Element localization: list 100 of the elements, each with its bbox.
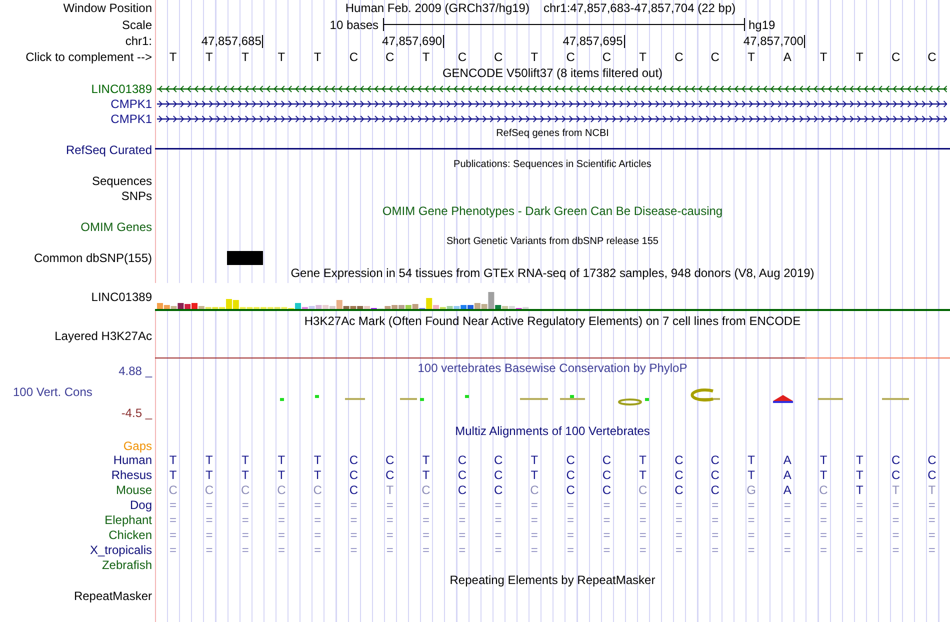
- base-letter: =: [639, 498, 646, 512]
- base-letter: =: [314, 528, 322, 542]
- base-letter: =: [748, 528, 755, 542]
- base-letter: C: [710, 452, 720, 466]
- track-label[interactable]: Sequences: [92, 174, 152, 188]
- base-letter[interactable]: T: [856, 50, 864, 64]
- gene-line-drawing[interactable]: [155, 114, 947, 124]
- base-letter: C: [530, 482, 539, 496]
- base-letter[interactable]: C: [602, 50, 612, 64]
- track-label[interactable]: Rhesus: [111, 468, 152, 482]
- track-label[interactable]: Elephant: [104, 512, 152, 526]
- base-letter: C: [674, 452, 684, 466]
- base-letter: C: [349, 452, 358, 466]
- track-label[interactable]: LINC01389: [91, 290, 152, 304]
- base-letter: =: [567, 528, 574, 542]
- base-letter: =: [892, 512, 900, 526]
- base-letter[interactable]: C: [891, 50, 900, 64]
- track-title: Repeating Elements by RepeatMasker: [450, 573, 656, 587]
- base-letter: =: [928, 542, 936, 556]
- gene-line-drawing[interactable]: [155, 148, 950, 151]
- base-letter: C: [638, 482, 648, 496]
- base-letter: =: [530, 512, 538, 526]
- track-label[interactable]: RefSeq Curated: [66, 142, 152, 156]
- base-letter: T: [386, 482, 394, 496]
- base-letter: =: [712, 512, 719, 526]
- track-title: 100 vertebrates Basewise Conservation by PhyloP: [418, 361, 688, 375]
- track-label[interactable]: 100 Vert. Cons: [0, 385, 92, 399]
- base-letter[interactable]: C: [674, 50, 684, 64]
- base-letter[interactable]: T: [206, 50, 213, 64]
- track-label[interactable]: OMIM Genes: [80, 220, 152, 234]
- base-letter: T: [314, 468, 322, 482]
- base-letter: T: [314, 452, 322, 466]
- base-letter: T: [639, 468, 646, 482]
- base-letter: T: [820, 468, 828, 482]
- base-letter: C: [710, 468, 720, 482]
- base-letter: =: [350, 528, 358, 542]
- base-letter[interactable]: T: [820, 50, 828, 64]
- base-letter: =: [278, 542, 285, 556]
- base-letter: =: [928, 498, 936, 512]
- base-letter[interactable]: T: [639, 50, 646, 64]
- track-label[interactable]: CMPK1: [110, 112, 152, 126]
- base-letter: =: [530, 528, 538, 542]
- gene-line-drawing[interactable]: [155, 84, 947, 94]
- base-letter: T: [892, 482, 900, 496]
- base-letter: C: [566, 468, 575, 482]
- track-label[interactable]: SNPs: [121, 188, 152, 202]
- track-label: Window Position: [63, 1, 152, 15]
- track-label[interactable]: Common dbSNP(155): [34, 250, 152, 264]
- base-letter[interactable]: T: [242, 50, 249, 64]
- track-title: OMIM Gene Phenotypes - Dark Green Can Be Disease-causing: [382, 204, 723, 218]
- base-letter[interactable]: T: [748, 50, 755, 64]
- base-letter: =: [386, 528, 394, 542]
- base-letter: =: [242, 542, 249, 556]
- base-letter: =: [170, 512, 177, 526]
- base-letter[interactable]: C: [494, 50, 503, 64]
- gene-line-drawing[interactable]: [155, 98, 947, 108]
- base-letter[interactable]: T: [422, 50, 430, 64]
- base-letter: T: [530, 468, 538, 482]
- base-letter: =: [170, 498, 177, 512]
- track-label[interactable]: Zebrafish: [102, 558, 152, 572]
- base-letter: T: [856, 468, 864, 482]
- base-letter: C: [566, 482, 575, 496]
- track-label[interactable]: LINC01389: [91, 82, 152, 96]
- base-letter[interactable]: T: [278, 50, 286, 64]
- base-letter[interactable]: C: [349, 50, 358, 64]
- track-label[interactable]: CMPK1: [110, 96, 152, 110]
- base-letter: =: [494, 512, 502, 526]
- base-letter[interactable]: T: [314, 50, 322, 64]
- base-letter[interactable]: C: [566, 50, 575, 64]
- base-letter[interactable]: A: [783, 50, 792, 64]
- track-label[interactable]: Mouse: [116, 482, 152, 496]
- variant-marker[interactable]: [227, 250, 264, 264]
- base-letter[interactable]: T: [530, 50, 538, 64]
- base-letter: =: [422, 528, 430, 542]
- track-label[interactable]: Dog: [130, 498, 152, 512]
- base-letter[interactable]: C: [386, 50, 394, 64]
- base-letter: C: [241, 482, 250, 496]
- track-label[interactable]: X_tropicalis: [90, 542, 152, 556]
- track-title: GENCODE V50lift37 (8 items filtered out): [442, 66, 663, 80]
- complement-link[interactable]: Click to complement -->: [26, 50, 152, 64]
- base-letter: C: [458, 468, 466, 482]
- base-letter[interactable]: T: [169, 50, 177, 64]
- track-label[interactable]: Human: [113, 452, 152, 466]
- track-label[interactable]: Layered H3K27Ac: [54, 329, 152, 343]
- track-label[interactable]: RepeatMasker: [74, 588, 152, 602]
- base-letter: =: [639, 512, 646, 526]
- axis-min-label: -4.5 _: [121, 406, 152, 420]
- base-letter: =: [856, 528, 864, 542]
- base-letter[interactable]: C: [710, 50, 720, 64]
- base-letter: =: [712, 528, 719, 542]
- base-letter: =: [639, 542, 646, 556]
- base-letter: A: [783, 482, 792, 496]
- base-letter[interactable]: C: [458, 50, 466, 64]
- base-letter[interactable]: C: [928, 50, 936, 64]
- base-letter: =: [350, 498, 358, 512]
- base-letter: T: [242, 468, 249, 482]
- base-letter: =: [278, 498, 285, 512]
- base-letter: =: [242, 512, 249, 526]
- base-letter: T: [169, 468, 177, 482]
- track-label[interactable]: Chicken: [108, 528, 152, 542]
